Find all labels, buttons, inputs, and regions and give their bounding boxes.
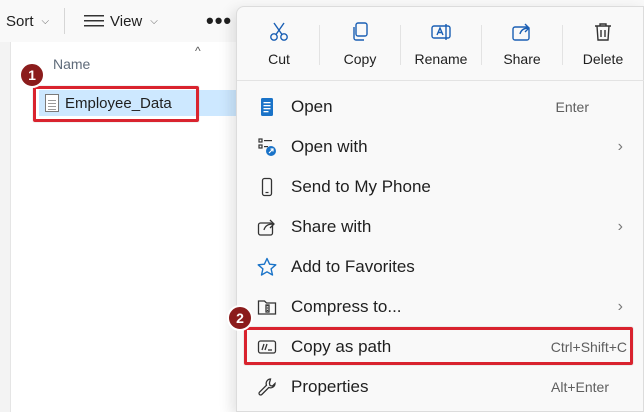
share-icon (512, 23, 530, 41)
menu-item-label: Compress to... (291, 297, 402, 316)
scissors-icon (270, 22, 288, 41)
shortcut-label: Alt+Enter (551, 379, 609, 395)
share-label: Share (503, 51, 541, 67)
wrench-icon (258, 378, 276, 396)
menu-item-label: Add to Favorites (291, 257, 415, 276)
menu-item-properties[interactable]: Properties Alt+Enter (245, 369, 641, 405)
step-badge-1: 1 (19, 62, 45, 88)
menu-item-open[interactable]: Open Enter (245, 89, 641, 125)
column-header-name[interactable]: Name (53, 56, 90, 72)
menu-item-send-to-phone[interactable]: Send to My Phone (245, 169, 641, 205)
highlight-box-file (33, 86, 199, 122)
menu-item-label: Open with (291, 137, 368, 156)
sort-label: Sort (6, 12, 34, 30)
more-icon: ••• (206, 8, 233, 33)
chevron-right-icon: › (617, 138, 623, 155)
menu-item-open-with[interactable]: Open with › (245, 129, 641, 165)
chevron-right-icon: › (617, 218, 623, 235)
step-badge-2: 2 (227, 305, 253, 331)
view-button[interactable]: View ⌵ (84, 0, 158, 42)
copy-button[interactable]: Copy (320, 7, 400, 81)
chevron-right-icon: › (617, 298, 623, 315)
sort-button[interactable]: Sort ⌵ (6, 0, 49, 42)
copy-icon (353, 22, 368, 41)
menu-item-label: Open (291, 97, 333, 116)
cut-button[interactable]: Cut (239, 7, 319, 81)
shortcut-label: Enter (555, 99, 589, 115)
star-icon (257, 257, 277, 276)
rename-icon (431, 24, 451, 40)
chevron-down-icon: ⌵ (41, 15, 50, 27)
sort-ascending-icon: ^ (195, 44, 201, 58)
cut-label: Cut (268, 51, 290, 67)
share-icon (257, 219, 275, 236)
menu-item-add-to-favorites[interactable]: Add to Favorites (245, 249, 641, 285)
folder-zip-icon (257, 300, 277, 315)
toolbar-separator (64, 8, 65, 34)
delete-label: Delete (582, 51, 624, 67)
phone-icon (261, 177, 273, 197)
document-icon (261, 98, 273, 116)
more-options-button[interactable]: ••• (206, 0, 232, 42)
menu-item-label: Send to My Phone (291, 177, 431, 196)
delete-button[interactable]: Delete (563, 7, 643, 81)
open-with-icon (258, 138, 276, 156)
quick-actions-bar: Cut Copy Rename Share Delete (237, 7, 644, 81)
menu-item-share-with[interactable]: Share with › (245, 209, 641, 245)
chevron-down-icon: ⌵ (150, 15, 158, 27)
rename-label: Rename (414, 51, 468, 67)
trash-icon (595, 23, 611, 41)
menu-item-compress-to[interactable]: Compress to... › (245, 289, 641, 325)
view-icon (84, 15, 104, 27)
copy-label: Copy (343, 51, 377, 67)
menu-item-label: Share with (291, 217, 372, 236)
view-label: View (110, 12, 143, 30)
rename-button[interactable]: Rename (401, 7, 481, 81)
share-button[interactable]: Share (482, 7, 562, 81)
highlight-box-copy-as-path (244, 327, 633, 365)
menu-item-label: Properties (291, 377, 369, 396)
